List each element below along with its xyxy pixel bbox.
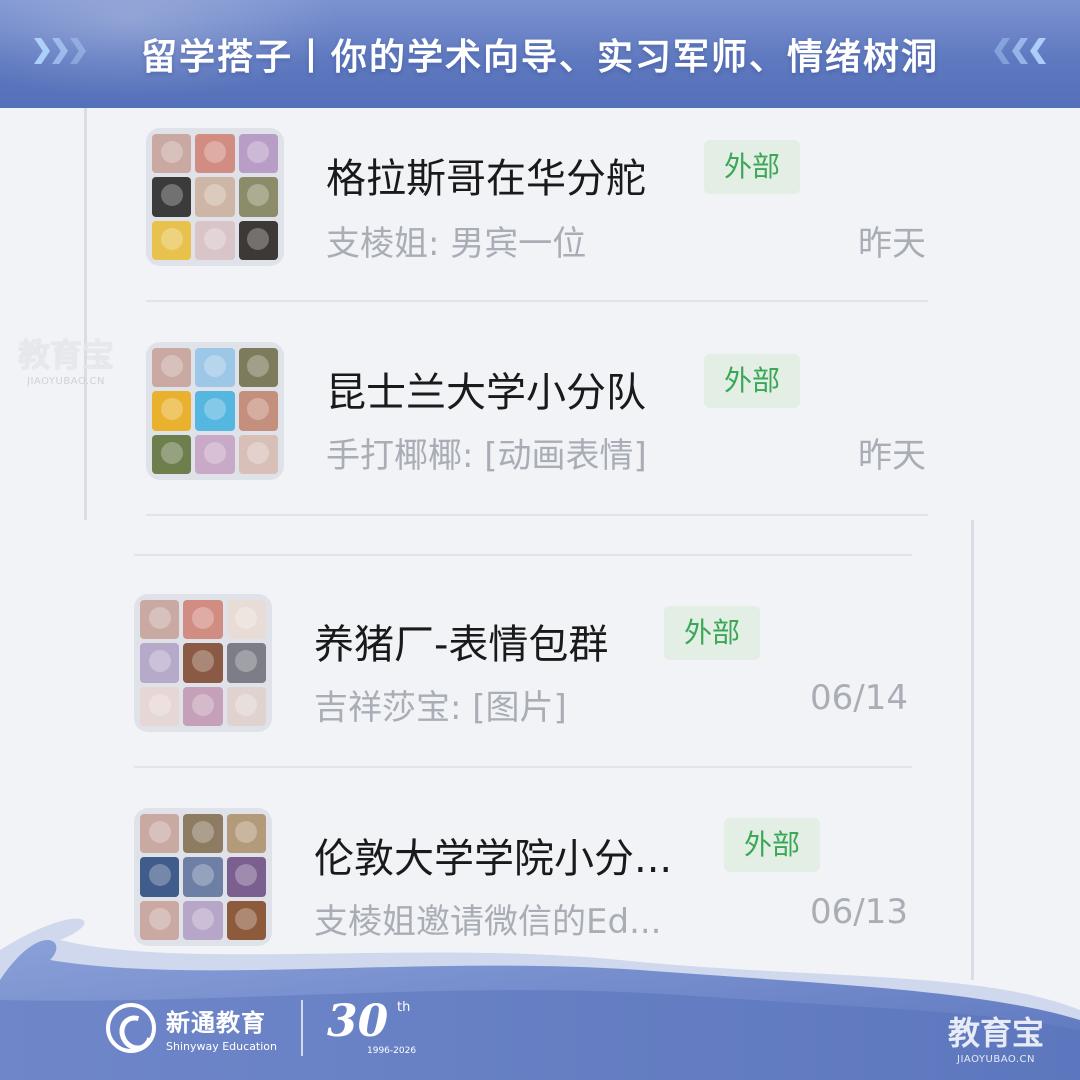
avatar-tile (183, 643, 223, 683)
avatar-tile (238, 177, 278, 217)
avatar-tile (140, 857, 180, 897)
chat-name: 伦敦大学学院小分... (314, 836, 673, 882)
avatar-tile (195, 391, 235, 431)
external-tag: 外部 (664, 606, 761, 660)
avatar-tile (152, 391, 192, 431)
avatar-tile (195, 220, 235, 260)
avatar-tile (152, 434, 192, 474)
avatar-tile (183, 814, 223, 854)
chevrons-left-icon (994, 38, 1046, 64)
external-tag: 外部 (704, 140, 801, 194)
watermark-domain: JIAOYUBAO.CN (27, 376, 105, 387)
external-tag: 外部 (724, 818, 821, 872)
brand-name-cn: 新通教育 (166, 1009, 266, 1037)
anniversary-number: 30 (327, 996, 389, 1047)
page-title: 留学搭子丨你的学术向导、实习军师、情绪树洞 (140, 37, 939, 78)
message-time: 昨天 (858, 436, 926, 476)
avatar-tile (226, 814, 266, 854)
group-avatar (146, 128, 284, 266)
avatar-tile (183, 600, 223, 640)
last-message-preview: 支棱姐: 男宾一位 (326, 224, 587, 264)
chat-item-glasgow[interactable]: 格拉斯哥在华分舵 外部 支棱姐: 男宾一位 昨天 (0, 108, 1080, 320)
avatar-tile (226, 686, 266, 726)
chat-name: 格拉斯哥在华分舵 (326, 156, 646, 202)
avatar-tile (226, 600, 266, 640)
watermark-text: 教育宝 (948, 1014, 1045, 1052)
chat-name: 养猪厂-表情包群 (314, 622, 609, 668)
watermark-left: 教育宝 JIAOYUBAO.CN (18, 330, 114, 387)
anniversary-logo: 30 th 1996-2026 (327, 996, 417, 1058)
shinyway-logo-icon (106, 1003, 156, 1053)
avatar-tile (238, 391, 278, 431)
avatar-tile (238, 220, 278, 260)
brand-text: 新通教育 Shinyway Education (166, 1003, 277, 1053)
avatar-tile (140, 814, 180, 854)
anniversary-suffix: th (397, 1000, 411, 1015)
avatar-tile (183, 857, 223, 897)
avatar-tile (238, 134, 278, 174)
divider (146, 514, 928, 516)
chevrons-right-icon (34, 38, 86, 64)
message-time: 昨天 (858, 224, 926, 264)
avatar-tile (195, 177, 235, 217)
chat-item-pig-farm[interactable]: 养猪厂-表情包群 外部 吉祥莎宝: [图片] 06/14 (0, 574, 1080, 786)
avatar-tile (226, 643, 266, 683)
chat-item-queensland[interactable]: 昆士兰大学小分队 外部 手打椰椰: [动画表情] 昨天 (0, 320, 1080, 532)
brand-name-en: Shinyway Education (166, 1040, 277, 1053)
avatar-tile (226, 857, 266, 897)
avatar-tile (140, 600, 180, 640)
divider (134, 766, 912, 768)
divider (134, 554, 912, 556)
avatar-tile (140, 686, 180, 726)
header-banner: 留学搭子丨你的学术向导、实习军师、情绪树洞 (0, 0, 1080, 108)
group-avatar (146, 342, 284, 480)
avatar-tile (140, 643, 180, 683)
avatar-tile (152, 134, 192, 174)
avatar-tile (152, 177, 192, 217)
message-time: 06/14 (810, 678, 908, 718)
avatar-tile (152, 220, 192, 260)
brand-footer: 新通教育 Shinyway Education 30 th 1996-2026 (106, 996, 417, 1058)
watermark-text: 教育宝 (18, 336, 115, 374)
avatar-tile (195, 134, 235, 174)
last-message-preview: 吉祥莎宝: [图片] (314, 688, 567, 728)
external-tag: 外部 (704, 354, 801, 408)
anniversary-years: 1996-2026 (367, 1046, 417, 1056)
avatar-tile (195, 348, 235, 388)
avatar-tile (238, 348, 278, 388)
avatar-tile (238, 434, 278, 474)
avatar-tile (183, 686, 223, 726)
avatar-tile (195, 434, 235, 474)
last-message-preview: 手打椰椰: [动画表情] (326, 436, 647, 476)
divider (146, 300, 928, 302)
avatar-tile (152, 348, 192, 388)
brand-separator (301, 1000, 303, 1056)
watermark-domain: JIAOYUBAO.CN (957, 1054, 1035, 1065)
watermark-right: 教育宝 JIAOYUBAO.CN (948, 1008, 1044, 1065)
group-avatar (134, 594, 272, 732)
chat-name: 昆士兰大学小分队 (326, 370, 646, 416)
